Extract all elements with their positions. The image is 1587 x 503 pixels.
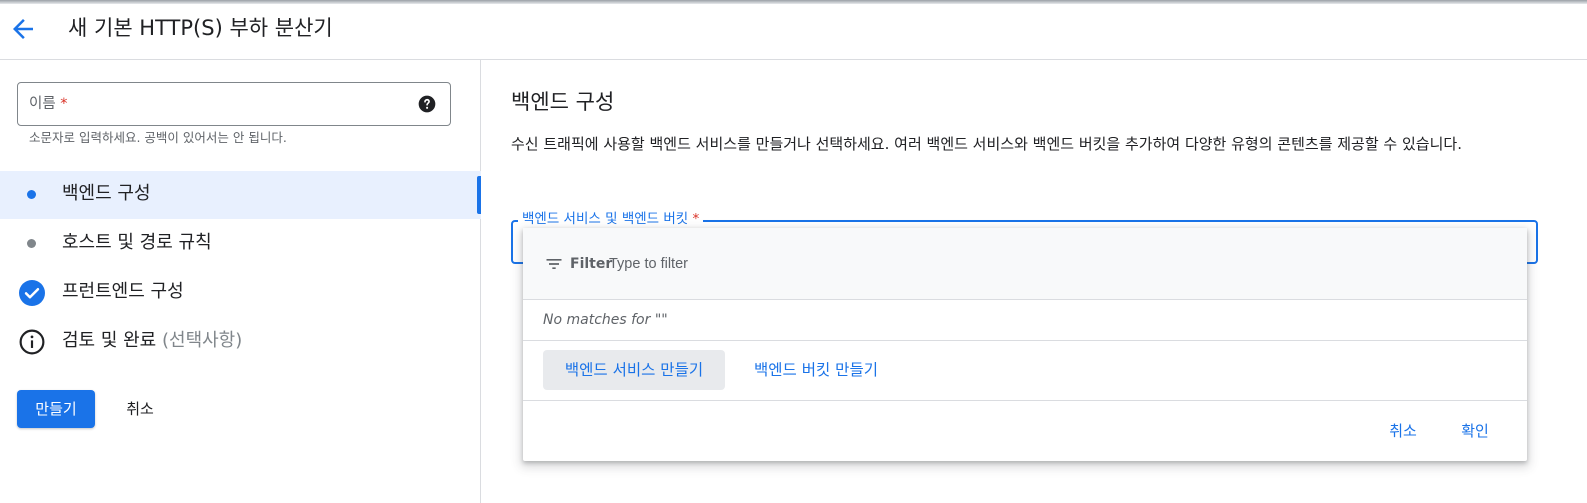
help-icon[interactable] bbox=[417, 94, 437, 114]
filter-input[interactable] bbox=[609, 252, 1009, 276]
info-icon bbox=[19, 329, 45, 355]
sidebar: 이름 * 소문자로 입력하세요. 공백이 있어서는 안 됩니다. 백엔드 구성 … bbox=[0, 60, 481, 503]
back-button[interactable] bbox=[8, 14, 38, 44]
dropdown-footer: 취소 확인 bbox=[523, 401, 1527, 461]
create-backend-service-button[interactable]: 백엔드 서비스 만들기 bbox=[543, 350, 725, 390]
required-mark: * bbox=[60, 96, 68, 112]
step-label: 백엔드 구성 bbox=[62, 183, 151, 204]
step-review-finalize[interactable]: 검토 및 완료 (선택사항) bbox=[0, 318, 481, 366]
required-mark: * bbox=[692, 211, 700, 227]
name-field-label: 이름 * bbox=[29, 96, 68, 112]
step-label: 호스트 및 경로 규칙 bbox=[62, 232, 212, 253]
step-host-path-rules[interactable]: 호스트 및 경로 규칙 bbox=[0, 220, 481, 268]
create-backend-bucket-button[interactable]: 백엔드 버킷 만들기 bbox=[741, 350, 891, 390]
create-button[interactable]: 만들기 bbox=[17, 390, 95, 428]
page-title: 새 기본 HTTP(S) 부하 분산기 bbox=[68, 16, 333, 40]
step-backend-config[interactable]: 백엔드 구성 bbox=[0, 171, 481, 219]
step-frontend-config[interactable]: 프런트엔드 구성 bbox=[0, 269, 481, 317]
active-step-indicator bbox=[477, 176, 481, 214]
active-step-dot-icon bbox=[27, 190, 36, 199]
name-field-hint: 소문자로 입력하세요. 공백이 있어서는 안 됩니다. bbox=[29, 130, 287, 145]
filter-row: Filter bbox=[523, 228, 1527, 300]
arrow-back-icon bbox=[13, 19, 33, 39]
create-actions-row: 백엔드 서비스 만들기 백엔드 버킷 만들기 bbox=[523, 341, 1527, 401]
backend-select-label: 백엔드 서비스 및 백엔드 버킷 * bbox=[518, 209, 704, 229]
cancel-button[interactable]: 취소 bbox=[114, 390, 166, 428]
step-label: 검토 및 완료 (선택사항) bbox=[62, 330, 243, 351]
page-header: 새 기본 HTTP(S) 부하 분산기 bbox=[0, 4, 1587, 60]
dropdown-ok-button[interactable]: 확인 bbox=[1451, 414, 1499, 448]
section-title: 백엔드 구성 bbox=[511, 90, 615, 114]
no-matches-row: No matches for "" bbox=[523, 300, 1527, 341]
filter-label: Filter bbox=[570, 256, 613, 272]
optional-tag: (선택사항) bbox=[161, 330, 243, 351]
filter-icon bbox=[546, 259, 562, 269]
step-dot-icon bbox=[27, 239, 36, 248]
no-matches-text: No matches for "" bbox=[543, 312, 668, 328]
check-circle-icon bbox=[19, 280, 45, 306]
dropdown-cancel-button[interactable]: 취소 bbox=[1379, 414, 1427, 448]
step-label: 프런트엔드 구성 bbox=[62, 281, 184, 302]
name-field[interactable]: 이름 * bbox=[17, 82, 451, 126]
section-description: 수신 트래픽에 사용할 백엔드 서비스를 만들거나 선택하세요. 여러 백엔드 … bbox=[511, 135, 1462, 153]
backend-dropdown-panel: Filter No matches for "" 백엔드 서비스 만들기 백엔드… bbox=[523, 228, 1527, 461]
